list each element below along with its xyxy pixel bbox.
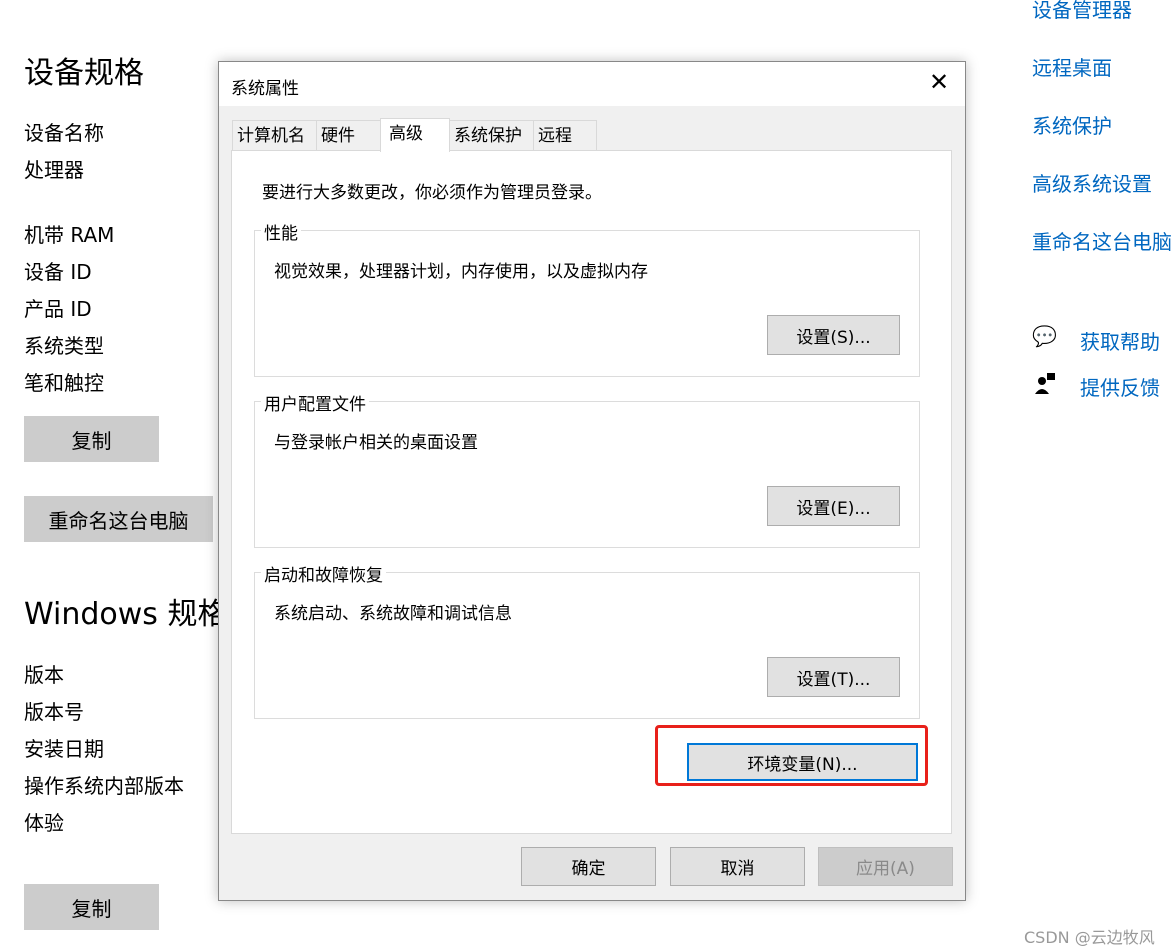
link-advanced-settings[interactable]: 高级系统设置 bbox=[1032, 168, 1152, 197]
tab-hardware[interactable]: 硬件 bbox=[316, 120, 381, 150]
group-legend: 启动和故障恢复 bbox=[261, 561, 386, 586]
group-desc: 与登录帐户相关的桌面设置 bbox=[274, 433, 478, 453]
title-bar: 系统属性 ✕ bbox=[219, 62, 965, 106]
label-system-type: 系统类型 bbox=[24, 334, 104, 358]
device-spec-heading: 设备规格 bbox=[24, 56, 144, 91]
startup-settings-button[interactable]: 设置(T)... bbox=[767, 657, 900, 697]
link-rename-pc[interactable]: 重命名这台电脑 bbox=[1032, 226, 1172, 255]
feedback-person-icon bbox=[1034, 372, 1056, 394]
startup-recovery-group: 启动和故障恢复 系统启动、系统故障和调试信息 设置(T)... bbox=[254, 561, 920, 719]
environment-variables-button[interactable]: 环境变量(N)... bbox=[687, 743, 918, 781]
apply-button[interactable]: 应用(A) bbox=[818, 847, 953, 886]
tab-computer-name[interactable]: 计算机名 bbox=[232, 120, 317, 150]
copy-windows-button[interactable]: 复制 bbox=[24, 884, 159, 930]
label-experience: 体验 bbox=[24, 811, 64, 835]
admin-note: 要进行大多数更改，你必须作为管理员登录。 bbox=[262, 183, 602, 203]
link-feedback[interactable]: 提供反馈 bbox=[1080, 372, 1160, 401]
label-edition: 版本 bbox=[24, 663, 64, 687]
user-profiles-group: 用户配置文件 与登录帐户相关的桌面设置 设置(E)... bbox=[254, 390, 920, 548]
tab-remote[interactable]: 远程 bbox=[533, 120, 597, 150]
link-get-help[interactable]: 获取帮助 bbox=[1080, 326, 1160, 355]
copy-button[interactable]: 复制 bbox=[24, 416, 159, 462]
cancel-button[interactable]: 取消 bbox=[670, 847, 805, 886]
watermark: CSDN @云边牧风 bbox=[1024, 928, 1155, 947]
windows-spec-heading: Windows 规格 bbox=[24, 597, 228, 632]
label-ram: 机带 RAM bbox=[24, 223, 115, 247]
link-remote-desktop[interactable]: 远程桌面 bbox=[1032, 52, 1112, 81]
dialog-title: 系统属性 bbox=[231, 79, 299, 99]
link-system-protection[interactable]: 系统保护 bbox=[1032, 110, 1112, 139]
performance-group: 性能 视觉效果，处理器计划，内存使用，以及虚拟内存 设置(S)... bbox=[254, 219, 920, 377]
group-desc: 视觉效果，处理器计划，内存使用，以及虚拟内存 bbox=[274, 262, 648, 282]
group-legend: 用户配置文件 bbox=[261, 390, 369, 415]
ok-button[interactable]: 确定 bbox=[521, 847, 656, 886]
group-legend: 性能 bbox=[261, 219, 301, 244]
help-chat-icon: 💬 bbox=[1032, 324, 1057, 348]
rename-pc-button[interactable]: 重命名这台电脑 bbox=[24, 496, 213, 542]
label-product-id: 产品 ID bbox=[24, 297, 92, 321]
group-desc: 系统启动、系统故障和调试信息 bbox=[274, 604, 512, 624]
advanced-tab-panel: 要进行大多数更改，你必须作为管理员登录。 性能 视觉效果，处理器计划，内存使用，… bbox=[231, 150, 952, 834]
profile-settings-button[interactable]: 设置(E)... bbox=[767, 486, 900, 526]
label-version: 版本号 bbox=[24, 700, 84, 724]
tab-advanced[interactable]: 高级 bbox=[380, 118, 450, 152]
label-install-date: 安装日期 bbox=[24, 737, 104, 761]
close-icon[interactable]: ✕ bbox=[929, 68, 949, 96]
label-device-name: 设备名称 bbox=[24, 121, 104, 145]
link-device-manager[interactable]: 设备管理器 bbox=[1032, 0, 1132, 23]
label-processor: 处理器 bbox=[24, 158, 84, 182]
label-device-id: 设备 ID bbox=[24, 260, 92, 284]
performance-settings-button[interactable]: 设置(S)... bbox=[767, 315, 900, 355]
tab-system-protection[interactable]: 系统保护 bbox=[449, 120, 534, 150]
label-pen-touch: 笔和触控 bbox=[24, 371, 104, 395]
system-properties-dialog: 系统属性 ✕ 计算机名 硬件 高级 系统保护 远程 要进行大多数更改，你必须作为… bbox=[218, 61, 966, 901]
label-os-build: 操作系统内部版本 bbox=[24, 774, 184, 798]
